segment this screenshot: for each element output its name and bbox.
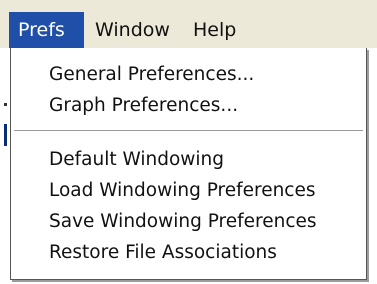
menu-help[interactable]: Help	[184, 12, 250, 48]
menu-window[interactable]: Window	[86, 12, 176, 48]
background-window-edge	[4, 124, 7, 146]
menu-item-save-windowing-preferences[interactable]: Save Windowing Preferences	[49, 207, 317, 237]
menu-bar: Prefs Window Help	[0, 0, 377, 48]
background-window-fragment	[4, 103, 7, 106]
menu-item-restore-file-associations[interactable]: Restore File Associations	[49, 238, 277, 268]
menu-prefs[interactable]: Prefs	[9, 12, 84, 48]
menu-separator	[14, 130, 363, 132]
menu-item-load-windowing-preferences[interactable]: Load Windowing Preferences	[49, 176, 316, 206]
menu-item-graph-preferences[interactable]: Graph Preferences...	[49, 91, 238, 121]
menu-item-default-windowing[interactable]: Default Windowing	[49, 145, 224, 175]
prefs-dropdown-menu: General Preferences... Graph Preferences…	[10, 48, 367, 280]
menu-item-general-preferences[interactable]: General Preferences...	[49, 60, 254, 90]
